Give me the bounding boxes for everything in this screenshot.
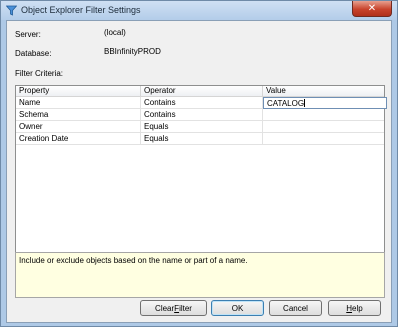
operator-cell[interactable]: Contains [141, 97, 263, 108]
table-row[interactable]: Creation Date Equals [16, 133, 384, 145]
description-text: Include or exclude objects based on the … [19, 256, 248, 265]
table-row[interactable]: Owner Equals [16, 121, 384, 133]
description-panel: Include or exclude objects based on the … [15, 252, 385, 298]
operator-cell[interactable]: Equals [141, 133, 263, 144]
clear-filter-label-a: Clear [155, 303, 175, 313]
property-cell: Schema [16, 109, 141, 120]
filter-funnel-icon [6, 5, 17, 16]
text-caret [304, 99, 306, 107]
property-cell: Name [16, 97, 141, 108]
database-label: Database: [15, 49, 52, 58]
help-label: elp [352, 303, 363, 313]
clear-filter-button[interactable]: Clear Filter [140, 300, 207, 316]
column-header-value[interactable]: Value [263, 86, 384, 96]
property-cell: Owner [16, 121, 141, 132]
cancel-button[interactable]: Cancel [269, 300, 322, 316]
column-header-property[interactable]: Property [16, 86, 141, 96]
filter-criteria-grid[interactable]: Property Operator Value Name Contains CA… [15, 85, 387, 269]
database-value: BBInfinityPROD [104, 47, 161, 56]
close-icon: ✕ [367, 3, 377, 14]
clear-filter-label-b: ilter [179, 303, 192, 313]
close-button[interactable]: ✕ [352, 1, 392, 17]
ok-button[interactable]: OK [211, 300, 264, 316]
table-row[interactable]: Name Contains CATALOG [16, 97, 387, 109]
table-row[interactable]: Schema Contains [16, 109, 384, 121]
value-text: CATALOG [267, 99, 305, 108]
value-input[interactable]: CATALOG [263, 97, 387, 109]
column-header-operator[interactable]: Operator [141, 86, 263, 96]
value-cell[interactable] [263, 121, 384, 132]
operator-cell[interactable]: Contains [141, 109, 263, 120]
server-value: (local) [104, 28, 126, 37]
server-label: Server: [15, 30, 41, 39]
filter-criteria-label: Filter Criteria: [15, 69, 64, 78]
grid-header: Property Operator Value [16, 86, 384, 97]
title-bar[interactable]: Object Explorer Filter Settings ✕ [1, 1, 397, 20]
operator-cell[interactable]: Equals [141, 121, 263, 132]
value-cell[interactable] [263, 133, 384, 144]
dialog-body: Server: (local) Database: BBInfinityPROD… [6, 20, 392, 323]
help-button[interactable]: Help [328, 300, 381, 316]
value-cell[interactable] [263, 109, 384, 120]
filter-settings-window: Object Explorer Filter Settings ✕ Server… [0, 0, 398, 327]
window-title: Object Explorer Filter Settings [21, 5, 141, 15]
property-cell: Creation Date [16, 133, 141, 144]
